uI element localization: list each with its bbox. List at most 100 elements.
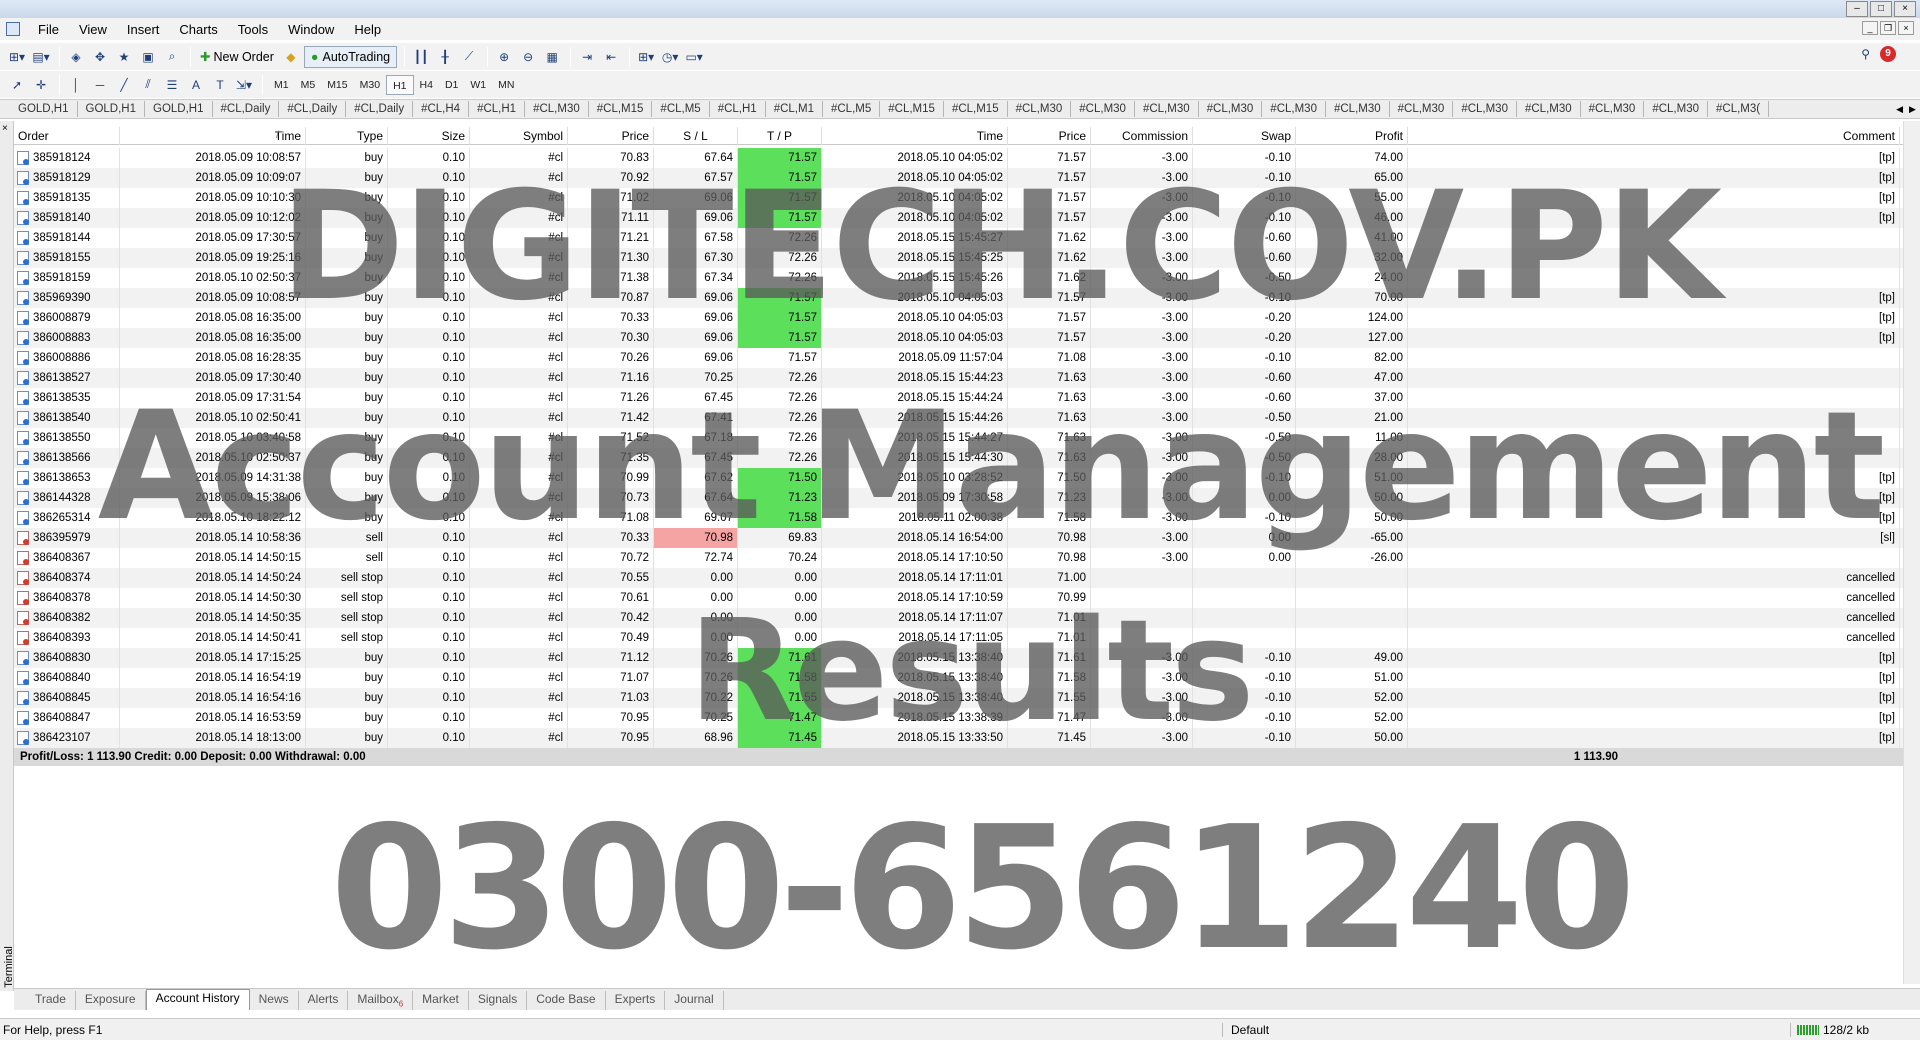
menu-help[interactable]: Help	[344, 22, 391, 37]
table-row[interactable]: 386144328 2018.05.09 15:38:06 buy 0.10 #cl 70…	[14, 488, 1917, 508]
terminal-icon[interactable]: ▣	[137, 46, 159, 68]
table-row[interactable]: 385918159 2018.05.10 02:50:37 buy 0.10 #cl 71…	[14, 268, 1917, 288]
tab-market[interactable]: Market	[413, 991, 469, 1010]
text-label-icon[interactable]: T	[209, 74, 231, 96]
chart-tab[interactable]: #CL,M30	[1008, 101, 1072, 117]
table-row[interactable]: 386408847 2018.05.14 16:53:59 buy 0.10 #cl 70…	[14, 708, 1917, 728]
table-row[interactable]: 386408845 2018.05.14 16:54:16 buy 0.10 #cl 71…	[14, 688, 1917, 708]
menu-insert[interactable]: Insert	[117, 22, 170, 37]
table-row[interactable]: 386408367 2018.05.14 14:50:15 sell 0.10 #cl 7…	[14, 548, 1917, 568]
table-row[interactable]: 385918144 2018.05.09 17:30:57 buy 0.10 #cl 71…	[14, 228, 1917, 248]
column-header-ctime[interactable]: Time	[822, 127, 1008, 145]
column-header-type[interactable]: Type	[306, 127, 388, 145]
mdi-restore-button[interactable]: ❐	[1880, 21, 1896, 35]
market-watch-icon[interactable]: ◈	[65, 46, 87, 68]
table-row[interactable]: 386138535 2018.05.09 17:31:54 buy 0.10 #cl 71…	[14, 388, 1917, 408]
tab-left-icon[interactable]: ◀	[1896, 104, 1903, 115]
column-header-profit[interactable]: Profit	[1296, 127, 1408, 145]
tab-experts[interactable]: Experts	[606, 991, 666, 1010]
column-header-comment[interactable]: Comment	[1408, 127, 1900, 145]
bar-chart-icon[interactable]: ┃┃	[410, 46, 432, 68]
autotrading-button[interactable]: ● AutoTrading	[303, 45, 398, 68]
tab-exposure[interactable]: Exposure	[76, 991, 146, 1010]
chart-tab[interactable]: #CL,M30	[525, 101, 589, 117]
table-row[interactable]: 385918129 2018.05.09 10:09:07 buy 0.10 #cl 70…	[14, 168, 1917, 188]
column-header-comm[interactable]: Commission	[1091, 127, 1193, 145]
chart-tab[interactable]: #CL,M30	[1581, 101, 1645, 117]
strategy-tester-icon[interactable]: ⌕	[161, 46, 183, 68]
column-header-swap[interactable]: Swap	[1193, 127, 1296, 145]
chart-tab[interactable]: #CL,H1	[469, 101, 526, 117]
table-row[interactable]: 386008883 2018.05.08 16:35:00 buy 0.10 #cl 70…	[14, 328, 1917, 348]
chart-tab[interactable]: GOLD,H1	[78, 101, 145, 117]
chart-tab[interactable]: GOLD,H1	[145, 101, 213, 117]
chart-tab[interactable]: #CL,M30	[1644, 101, 1708, 117]
column-header-symbol[interactable]: Symbol	[470, 127, 568, 145]
templates-icon[interactable]: ▭▾	[683, 46, 705, 68]
chart-tab[interactable]: #CL,Daily	[346, 101, 414, 117]
navigator-icon[interactable]: ★	[113, 46, 135, 68]
menu-window[interactable]: Window	[278, 22, 344, 37]
candlestick-icon[interactable]: ╂	[434, 46, 456, 68]
terminal-close-icon[interactable]: ×	[2, 123, 8, 134]
menu-view[interactable]: View	[69, 22, 117, 37]
table-row[interactable]: 386138550 2018.05.10 03:40:58 buy 0.10 #cl 71…	[14, 428, 1917, 448]
timeframe-d1[interactable]: D1	[439, 75, 464, 95]
timeframe-m1[interactable]: M1	[268, 75, 295, 95]
table-row[interactable]: 386265314 2018.05.10 18:22:12 buy 0.10 #cl 71…	[14, 508, 1917, 528]
tab-right-icon[interactable]: ▶	[1909, 104, 1916, 115]
chart-tab[interactable]: #CL,M5	[652, 101, 710, 117]
close-button[interactable]: ×	[1894, 1, 1916, 17]
chart-tab[interactable]: #CL,H1	[710, 101, 766, 117]
table-row[interactable]: 386138540 2018.05.10 02:50:41 buy 0.10 #cl 71…	[14, 408, 1917, 428]
table-row[interactable]: 386408830 2018.05.14 17:15:25 buy 0.10 #cl 71…	[14, 648, 1917, 668]
table-row[interactable]: 385969390 2018.05.09 10:08:57 buy 0.10 #cl 70…	[14, 288, 1917, 308]
tab-alerts[interactable]: Alerts	[299, 991, 349, 1010]
chart-tab[interactable]: #CL,M3(	[1708, 101, 1770, 117]
mdi-close-button[interactable]: ×	[1898, 21, 1914, 35]
menu-tools[interactable]: Tools	[228, 22, 278, 37]
vertical-scrollbar[interactable]	[1903, 121, 1920, 984]
arrows-icon[interactable]: ⇲▾	[233, 74, 255, 96]
new-order-button[interactable]: ✚ New Order	[196, 46, 278, 68]
chart-tab[interactable]: #CL,M30	[1071, 101, 1135, 117]
chart-tab[interactable]: #CL,M30	[1199, 101, 1263, 117]
table-row[interactable]: 385918140 2018.05.09 10:12:02 buy 0.10 #cl 71…	[14, 208, 1917, 228]
fibonacci-icon[interactable]: ☰	[161, 74, 183, 96]
chart-tab[interactable]: #CL,M5	[823, 101, 881, 117]
data-window-icon[interactable]: ✥	[89, 46, 111, 68]
menu-charts[interactable]: Charts	[169, 22, 227, 37]
channel-icon[interactable]: ⫽	[137, 74, 159, 96]
tab-news[interactable]: News	[250, 991, 299, 1010]
chart-tab[interactable]: #CL,M15	[589, 101, 653, 117]
column-header-cprice[interactable]: Price	[1008, 127, 1091, 145]
tab-journal[interactable]: Journal	[665, 991, 724, 1010]
table-row[interactable]: 386138566 2018.05.10 02:50:37 buy 0.10 #cl 71…	[14, 448, 1917, 468]
chart-tab[interactable]: #CL,M30	[1262, 101, 1326, 117]
profiles-icon[interactable]: ▤▾	[30, 46, 52, 68]
timeframe-h1[interactable]: H1	[386, 74, 414, 95]
indicators-icon[interactable]: ⊞▾	[635, 46, 657, 68]
table-row[interactable]: 385918155 2018.05.09 19:25:16 buy 0.10 #cl 71…	[14, 248, 1917, 268]
column-header-tp[interactable]: T / P	[738, 127, 822, 145]
search-icon[interactable]: ⚲	[1861, 47, 1870, 61]
chart-tab[interactable]: GOLD,H1	[0, 101, 78, 117]
timeframe-m30[interactable]: M30	[354, 75, 386, 95]
chart-tab[interactable]: #CL,M30	[1135, 101, 1199, 117]
table-row[interactable]: 386408374 2018.05.14 14:50:24 sell stop 0.1…	[14, 568, 1917, 588]
new-chart-icon[interactable]: ⊞▾	[6, 46, 28, 68]
table-row[interactable]: 386138527 2018.05.09 17:30:40 buy 0.10 #cl 71…	[14, 368, 1917, 388]
chart-tab[interactable]: #CL,M15	[880, 101, 944, 117]
tab-mailbox[interactable]: Mailbox6	[348, 991, 414, 1010]
vertical-line-icon[interactable]: │	[65, 74, 87, 96]
cursor-icon[interactable]: ➚	[6, 74, 28, 96]
table-row[interactable]: 386408393 2018.05.14 14:50:41 sell stop 0.1…	[14, 628, 1917, 648]
chart-tab[interactable]: #CL,M30	[1390, 101, 1454, 117]
chart-tab[interactable]: #CL,Daily	[279, 101, 347, 117]
chart-tab[interactable]: #CL,M30	[1517, 101, 1581, 117]
chart-tab[interactable]: #CL,M15	[944, 101, 1008, 117]
table-row[interactable]: 386008879 2018.05.08 16:35:00 buy 0.10 #cl 70…	[14, 308, 1917, 328]
line-chart-icon[interactable]: ⟋	[458, 46, 480, 68]
column-header-order[interactable]: Order	[14, 127, 120, 145]
tab-signals[interactable]: Signals	[469, 991, 528, 1010]
